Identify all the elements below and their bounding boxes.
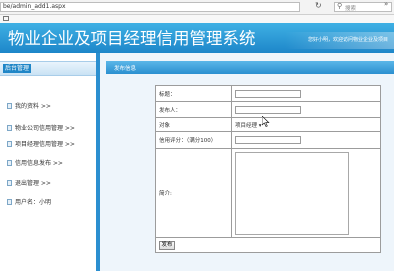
sidebar-item-label: 物业公司信用管理 >> [15, 125, 75, 132]
publisher-cell [231, 101, 381, 118]
target-cell: 项目经理 ▾ [231, 117, 381, 132]
dropdown-arrow-icon: ▾ [257, 122, 262, 129]
document-icon [7, 141, 12, 147]
page-icon[interactable] [3, 16, 9, 21]
sidebar-title: 后台管理 [3, 64, 32, 73]
publish-button[interactable]: 发布 [159, 240, 175, 250]
sidebar-item-label: 退出管理 >> [15, 180, 51, 187]
sidebar-item-company-credit[interactable]: 物业公司信用管理 >> [7, 123, 75, 132]
target-select[interactable]: 项目经理 ▾ [235, 121, 262, 129]
action-cell: 发布 [155, 237, 381, 253]
target-label: 对象 [155, 117, 232, 132]
search-placeholder: 搜索 [345, 6, 357, 12]
user-icon [7, 199, 12, 205]
target-selected-value: 项目经理 [235, 122, 258, 129]
menu-icon[interactable]: » [384, 0, 388, 8]
sidebar-item-label: 项目经理信用管理 >> [15, 141, 75, 148]
title-cell [231, 85, 381, 102]
sidebar-item-logout[interactable]: 退出管理 >> [7, 178, 51, 187]
publish-form: 标题： 发布人： 对象 项目经理 ▾ 信用评分：（满分100） 简介: 发布 [155, 85, 381, 253]
sidebar-item-manager-credit[interactable]: 项目经理信用管理 >> [7, 139, 75, 148]
reload-icon[interactable]: ↻ [315, 1, 322, 10]
title-input[interactable] [235, 89, 301, 98]
username-label: 用户名：小明 [15, 199, 52, 206]
mouse-cursor-icon [262, 116, 270, 127]
welcome-text: 您好小明，欢迎访问物业企业及项目 [308, 37, 389, 43]
document-icon [7, 125, 12, 131]
sidebar: 后台管理 我的资料 >> 物业公司信用管理 >> 项目经理信用管理 >> 信用信… [0, 53, 100, 271]
score-input[interactable] [235, 136, 301, 144]
content-header: 发布信息 [106, 61, 394, 74]
content-cell [231, 148, 381, 238]
content-label: 简介: [155, 148, 232, 238]
sidebar-item-my-profile[interactable]: 我的资料 >> [7, 101, 51, 110]
browser-toolbar: be/admin_add1.aspx ↻ ⚲ 搜索 » [0, 0, 394, 15]
site-title: 物业企业及项目经理信用管理系统 [8, 29, 256, 48]
publisher-label: 发布人： [155, 101, 232, 118]
sidebar-item-label: 信用信息发布 >> [15, 160, 63, 167]
site-header: 物业企业及项目经理信用管理系统 您好小明，欢迎访问物业企业及项目 [0, 23, 394, 53]
document-icon [7, 160, 12, 166]
bookmarks-bar [0, 15, 394, 23]
publisher-input[interactable] [235, 105, 301, 114]
content-textarea[interactable] [235, 151, 349, 235]
document-icon [7, 180, 12, 186]
address-bar[interactable]: be/admin_add1.aspx [0, 2, 300, 12]
sidebar-item-credit-publish[interactable]: 信用信息发布 >> [7, 158, 63, 167]
score-label: 信用评分：（满分100） [155, 131, 232, 149]
sidebar-header: 后台管理 [0, 61, 96, 76]
score-cell [231, 131, 381, 149]
sidebar-item-label: 我的资料 >> [15, 103, 51, 110]
search-icon: ⚲ [337, 2, 343, 10]
title-label: 标题： [155, 85, 232, 102]
content-title: 发布信息 [114, 66, 137, 72]
sidebar-username: 用户名：小明 [7, 197, 51, 206]
document-icon [7, 103, 12, 109]
